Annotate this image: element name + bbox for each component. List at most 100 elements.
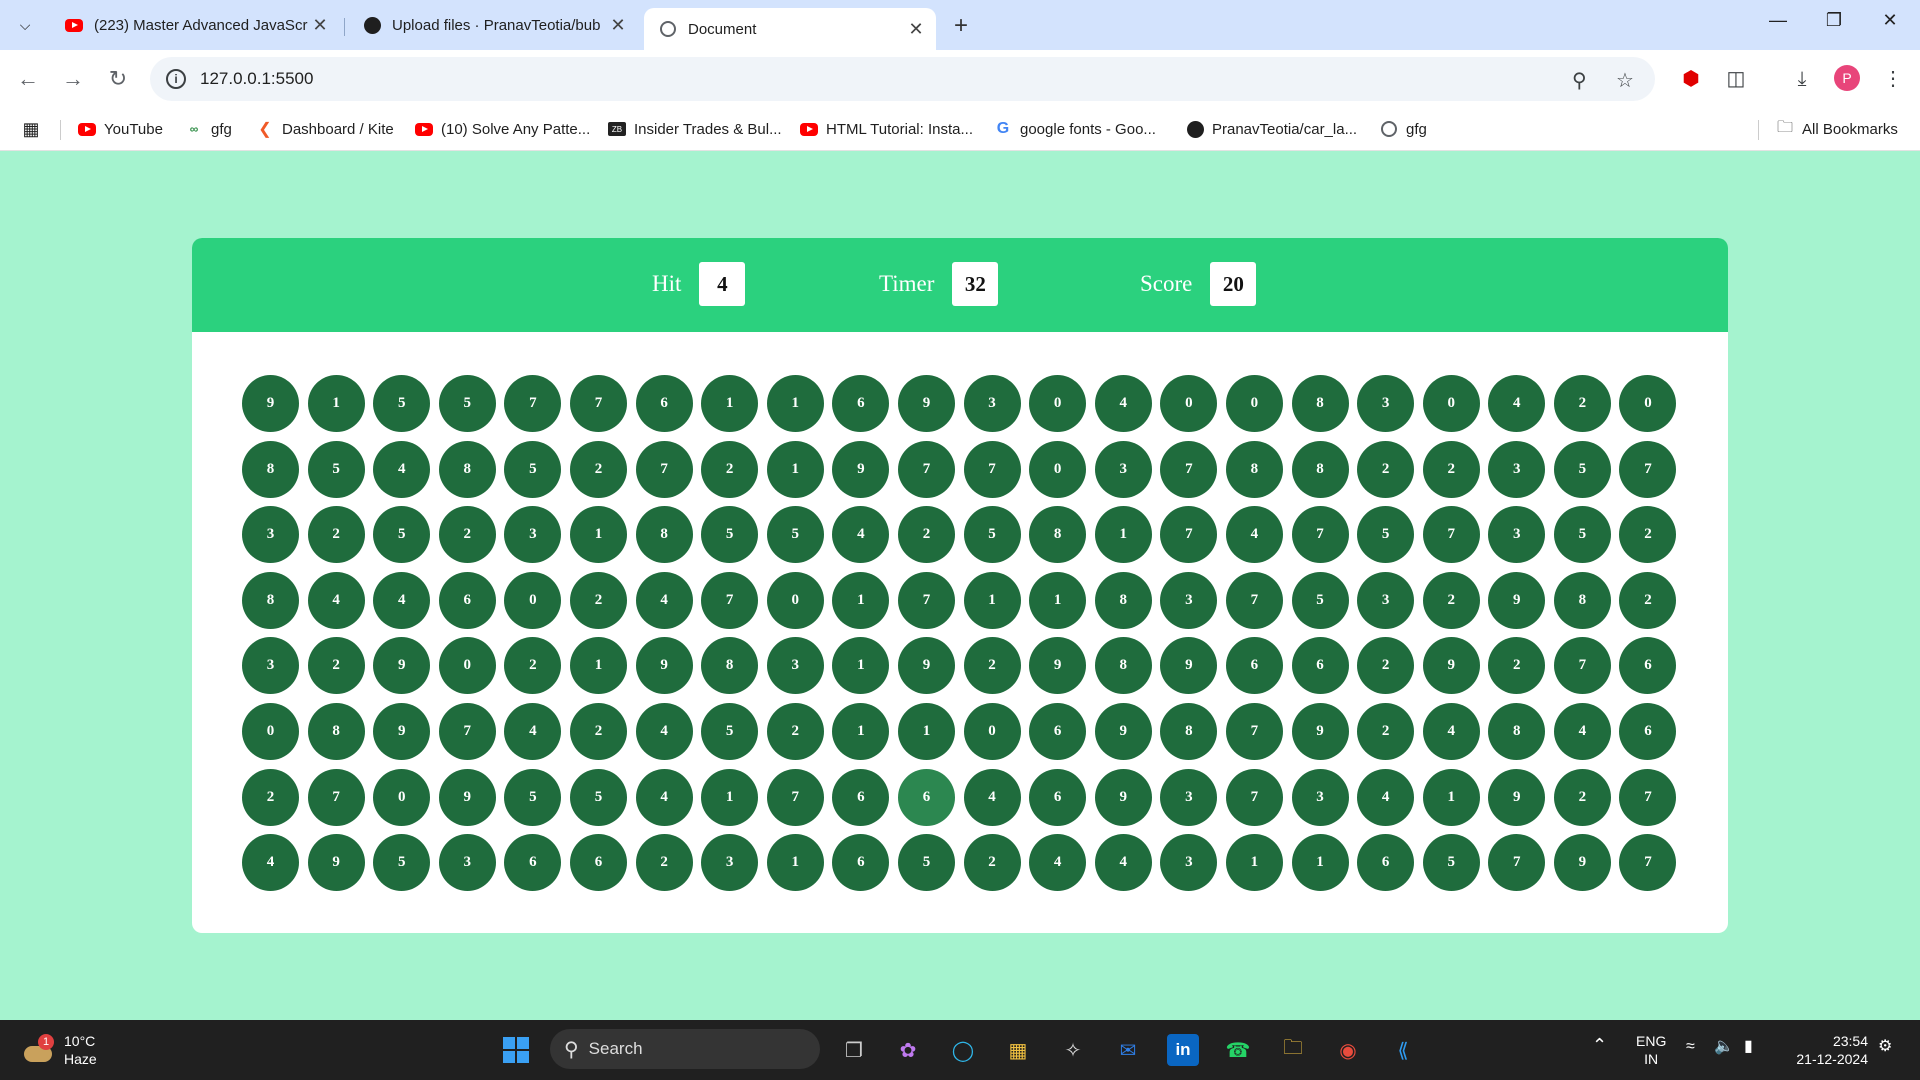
bubble[interactable]: 4	[1094, 375, 1152, 432]
profile-avatar[interactable]: P	[1834, 65, 1860, 91]
reload-button[interactable]: ↻	[100, 62, 136, 96]
bubble[interactable]: 8	[1291, 375, 1349, 432]
bubble[interactable]: 0	[438, 637, 496, 695]
bubble[interactable]: 4	[635, 571, 693, 629]
task-view-icon[interactable]: ❐	[838, 1034, 870, 1066]
bubble[interactable]: 4	[373, 571, 431, 629]
bubble[interactable]: 0	[963, 702, 1021, 760]
language-indicator[interactable]: ENG IN	[1636, 1032, 1666, 1068]
bubble[interactable]: 6	[1029, 768, 1087, 826]
bubble[interactable]: 2	[569, 440, 627, 498]
bubble[interactable]: 7	[1619, 834, 1677, 892]
bubble[interactable]: 5	[504, 440, 562, 498]
bubble[interactable]: 7	[438, 702, 496, 760]
bubble[interactable]: 3	[963, 375, 1021, 432]
bubble[interactable]: 0	[504, 571, 562, 629]
bubble[interactable]: 2	[307, 506, 365, 564]
bubble[interactable]: 4	[1488, 375, 1546, 432]
bubble[interactable]: 0	[1619, 375, 1677, 432]
bubble[interactable]: 2	[307, 637, 365, 695]
bubble[interactable]: 4	[1553, 702, 1611, 760]
bubble[interactable]: 9	[242, 375, 299, 432]
bubble[interactable]: 7	[504, 375, 562, 432]
bookmark-solve-pattern[interactable]: (10) Solve Any Patte...	[415, 116, 590, 142]
bubble[interactable]: 9	[897, 375, 955, 432]
bubble[interactable]: 8	[1094, 571, 1152, 629]
store-icon[interactable]: ▦	[1002, 1034, 1034, 1066]
battery-icon[interactable]: ▮	[1744, 1038, 1753, 1056]
bubble[interactable]: 8	[1094, 637, 1152, 695]
bubble[interactable]: 1	[832, 702, 890, 760]
bubble[interactable]: 1	[1029, 571, 1087, 629]
bubble[interactable]: 7	[1422, 506, 1480, 564]
bubble[interactable]: 7	[1225, 571, 1283, 629]
bubble[interactable]: 4	[504, 702, 562, 760]
bubble[interactable]: 2	[1357, 702, 1415, 760]
bubble[interactable]: 3	[1488, 506, 1546, 564]
bookmark-google-fonts[interactable]: G google fonts - Goo...	[994, 116, 1156, 142]
bubble[interactable]: 0	[1225, 375, 1283, 432]
bubble[interactable]: 9	[1291, 702, 1349, 760]
bubble[interactable]: 2	[897, 506, 955, 564]
bubble[interactable]: 2	[242, 768, 299, 826]
bubble[interactable]: 5	[1553, 440, 1611, 498]
bubble[interactable]: 6	[1357, 834, 1415, 892]
bubble[interactable]: 0	[1422, 375, 1480, 432]
bubble[interactable]: 9	[307, 834, 365, 892]
bubble[interactable]: 1	[897, 702, 955, 760]
bubble[interactable]: 4	[963, 768, 1021, 826]
wifi-icon[interactable]: ≈	[1686, 1038, 1695, 1056]
bubble[interactable]: 9	[1160, 637, 1218, 695]
bubble[interactable]: 4	[635, 768, 693, 826]
bubble[interactable]: 2	[504, 637, 562, 695]
bubble[interactable]: 3	[1160, 834, 1218, 892]
bubble[interactable]: 3	[438, 834, 496, 892]
bubble[interactable]: 9	[832, 440, 890, 498]
bubble[interactable]: 1	[1422, 768, 1480, 826]
bubble[interactable]: 1	[1225, 834, 1283, 892]
outlook-icon[interactable]: ✉	[1112, 1034, 1144, 1066]
bubble[interactable]: 9	[438, 768, 496, 826]
bubble[interactable]: 0	[1029, 375, 1087, 432]
bubble[interactable]: 1	[569, 506, 627, 564]
bubble[interactable]: 7	[1160, 440, 1218, 498]
address-bar[interactable]: i 127.0.0.1:5500 ⚲ ☆	[150, 57, 1655, 101]
bubble[interactable]: 1	[832, 571, 890, 629]
close-tab-icon[interactable]: ✕	[308, 15, 332, 36]
bubble[interactable]: 7	[635, 440, 693, 498]
bubble[interactable]: 5	[701, 506, 759, 564]
bubble[interactable]: 9	[1029, 637, 1087, 695]
bookmark-gfg[interactable]: ∞ gfg	[185, 116, 232, 142]
bubble[interactable]: 9	[1488, 571, 1546, 629]
bubble[interactable]: 7	[1291, 506, 1349, 564]
bubble[interactable]: 3	[701, 834, 759, 892]
taskbar-search[interactable]: ⚲ Search	[550, 1029, 820, 1069]
bubble[interactable]: 5	[373, 834, 431, 892]
bubble[interactable]: 7	[1488, 834, 1546, 892]
bubble[interactable]: 5	[373, 506, 431, 564]
bubble[interactable]: 6	[569, 834, 627, 892]
bubble[interactable]: 2	[1357, 440, 1415, 498]
file-explorer-icon[interactable]: 🗀	[1277, 1034, 1309, 1066]
bubble[interactable]: 8	[1291, 440, 1349, 498]
bubble[interactable]: 2	[438, 506, 496, 564]
bubble[interactable]: 1	[569, 637, 627, 695]
bubble[interactable]: 5	[438, 375, 496, 432]
app-s-icon[interactable]: ✧	[1057, 1034, 1089, 1066]
forward-button[interactable]: →	[55, 62, 91, 96]
bubble[interactable]: 2	[635, 834, 693, 892]
bubble[interactable]: 4	[1357, 768, 1415, 826]
bubble[interactable]: 1	[1291, 834, 1349, 892]
bubble[interactable]: 3	[766, 637, 824, 695]
bubble[interactable]: 6	[438, 571, 496, 629]
bubble[interactable]: 2	[1488, 637, 1546, 695]
bubble[interactable]: 6	[1225, 637, 1283, 695]
bubble[interactable]: 7	[897, 440, 955, 498]
bubble[interactable]: 6	[1029, 702, 1087, 760]
bubble[interactable]: 1	[307, 375, 365, 432]
bubble[interactable]: 9	[1422, 637, 1480, 695]
bubble[interactable]: 8	[307, 702, 365, 760]
bubble[interactable]: 0	[1160, 375, 1218, 432]
bubble[interactable]: 7	[1160, 506, 1218, 564]
apps-grid-button[interactable]: ▦	[22, 116, 48, 142]
